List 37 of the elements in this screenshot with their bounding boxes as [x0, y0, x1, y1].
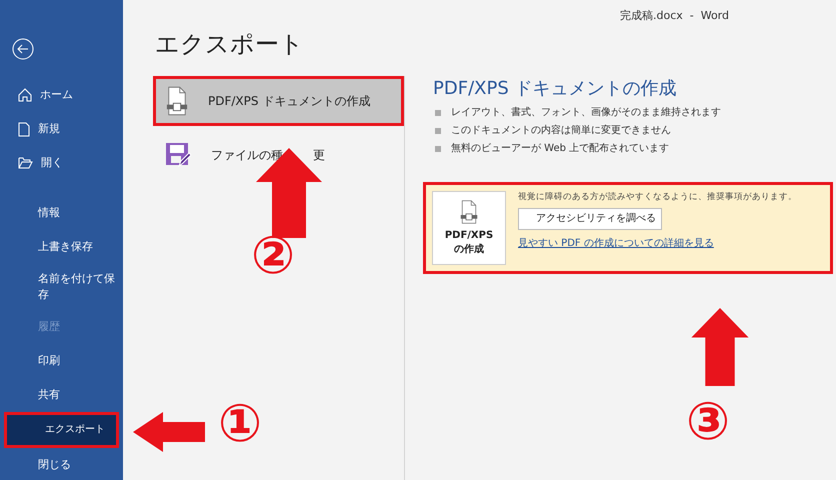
sidebar-item[interactable]: 新規 [0, 112, 123, 146]
sidebar-item[interactable]: ホーム [0, 78, 123, 112]
floppy-pen-icon [165, 142, 191, 168]
step-number: ③ [686, 396, 730, 448]
home-icon [18, 88, 32, 102]
sidebar-item[interactable]: 印刷 [0, 344, 123, 378]
sidebar-item[interactable]: 情報 [0, 196, 123, 230]
arrow [133, 412, 205, 452]
back-icon [12, 38, 34, 60]
export-option[interactable]: PDF/XPS ドキュメントの作成 [153, 76, 404, 126]
sidebar-item[interactable]: エクスポート [4, 412, 119, 448]
page-title: エクスポート [155, 32, 305, 56]
bullet-text: このドキュメントの内容は簡単に変更できません [451, 124, 671, 138]
document-icon [18, 122, 30, 136]
sidebar-item[interactable]: 上書き保存 [0, 230, 123, 264]
step-number: ① [218, 398, 262, 450]
window-title: 完成稿.docx - Word [620, 8, 729, 24]
option-label: 更 [313, 147, 325, 164]
sidebar-item[interactable]: 共有 [0, 378, 123, 412]
option-label: PDF/XPS ドキュメントの作成 [208, 93, 370, 110]
folder-icon [18, 157, 33, 169]
sidebar-item[interactable]: 閉じる [0, 448, 123, 480]
step-number: ② [251, 230, 296, 282]
document-icon [460, 199, 478, 225]
sidebar-item[interactable]: 開く [0, 146, 123, 180]
check-accessibility-button[interactable]: アクセシビリティを調べる [518, 208, 662, 230]
document-icon [166, 86, 188, 116]
sidebar-item[interactable]: 名前を付けて保存 [0, 264, 123, 310]
details-link[interactable]: 見やすい PDF の作成についての詳細を見る [518, 236, 714, 251]
bullet-icon [435, 128, 441, 134]
bullet-icon [435, 146, 441, 152]
create-pdf-button[interactable]: PDF/XPS の作成 [432, 191, 506, 265]
section-heading: PDF/XPS ドキュメントの作成 [433, 80, 678, 98]
bullet-text: 無料のビューアーが Web 上で配布されています [451, 142, 670, 156]
bullet-text: レイアウト、書式、フォント、画像がそのまま維持されます [451, 106, 721, 120]
notice-text: 視覚に障碍のある方が読みやすくなるように、推奨事項があります。 [518, 191, 797, 204]
bullet-icon [435, 110, 441, 116]
